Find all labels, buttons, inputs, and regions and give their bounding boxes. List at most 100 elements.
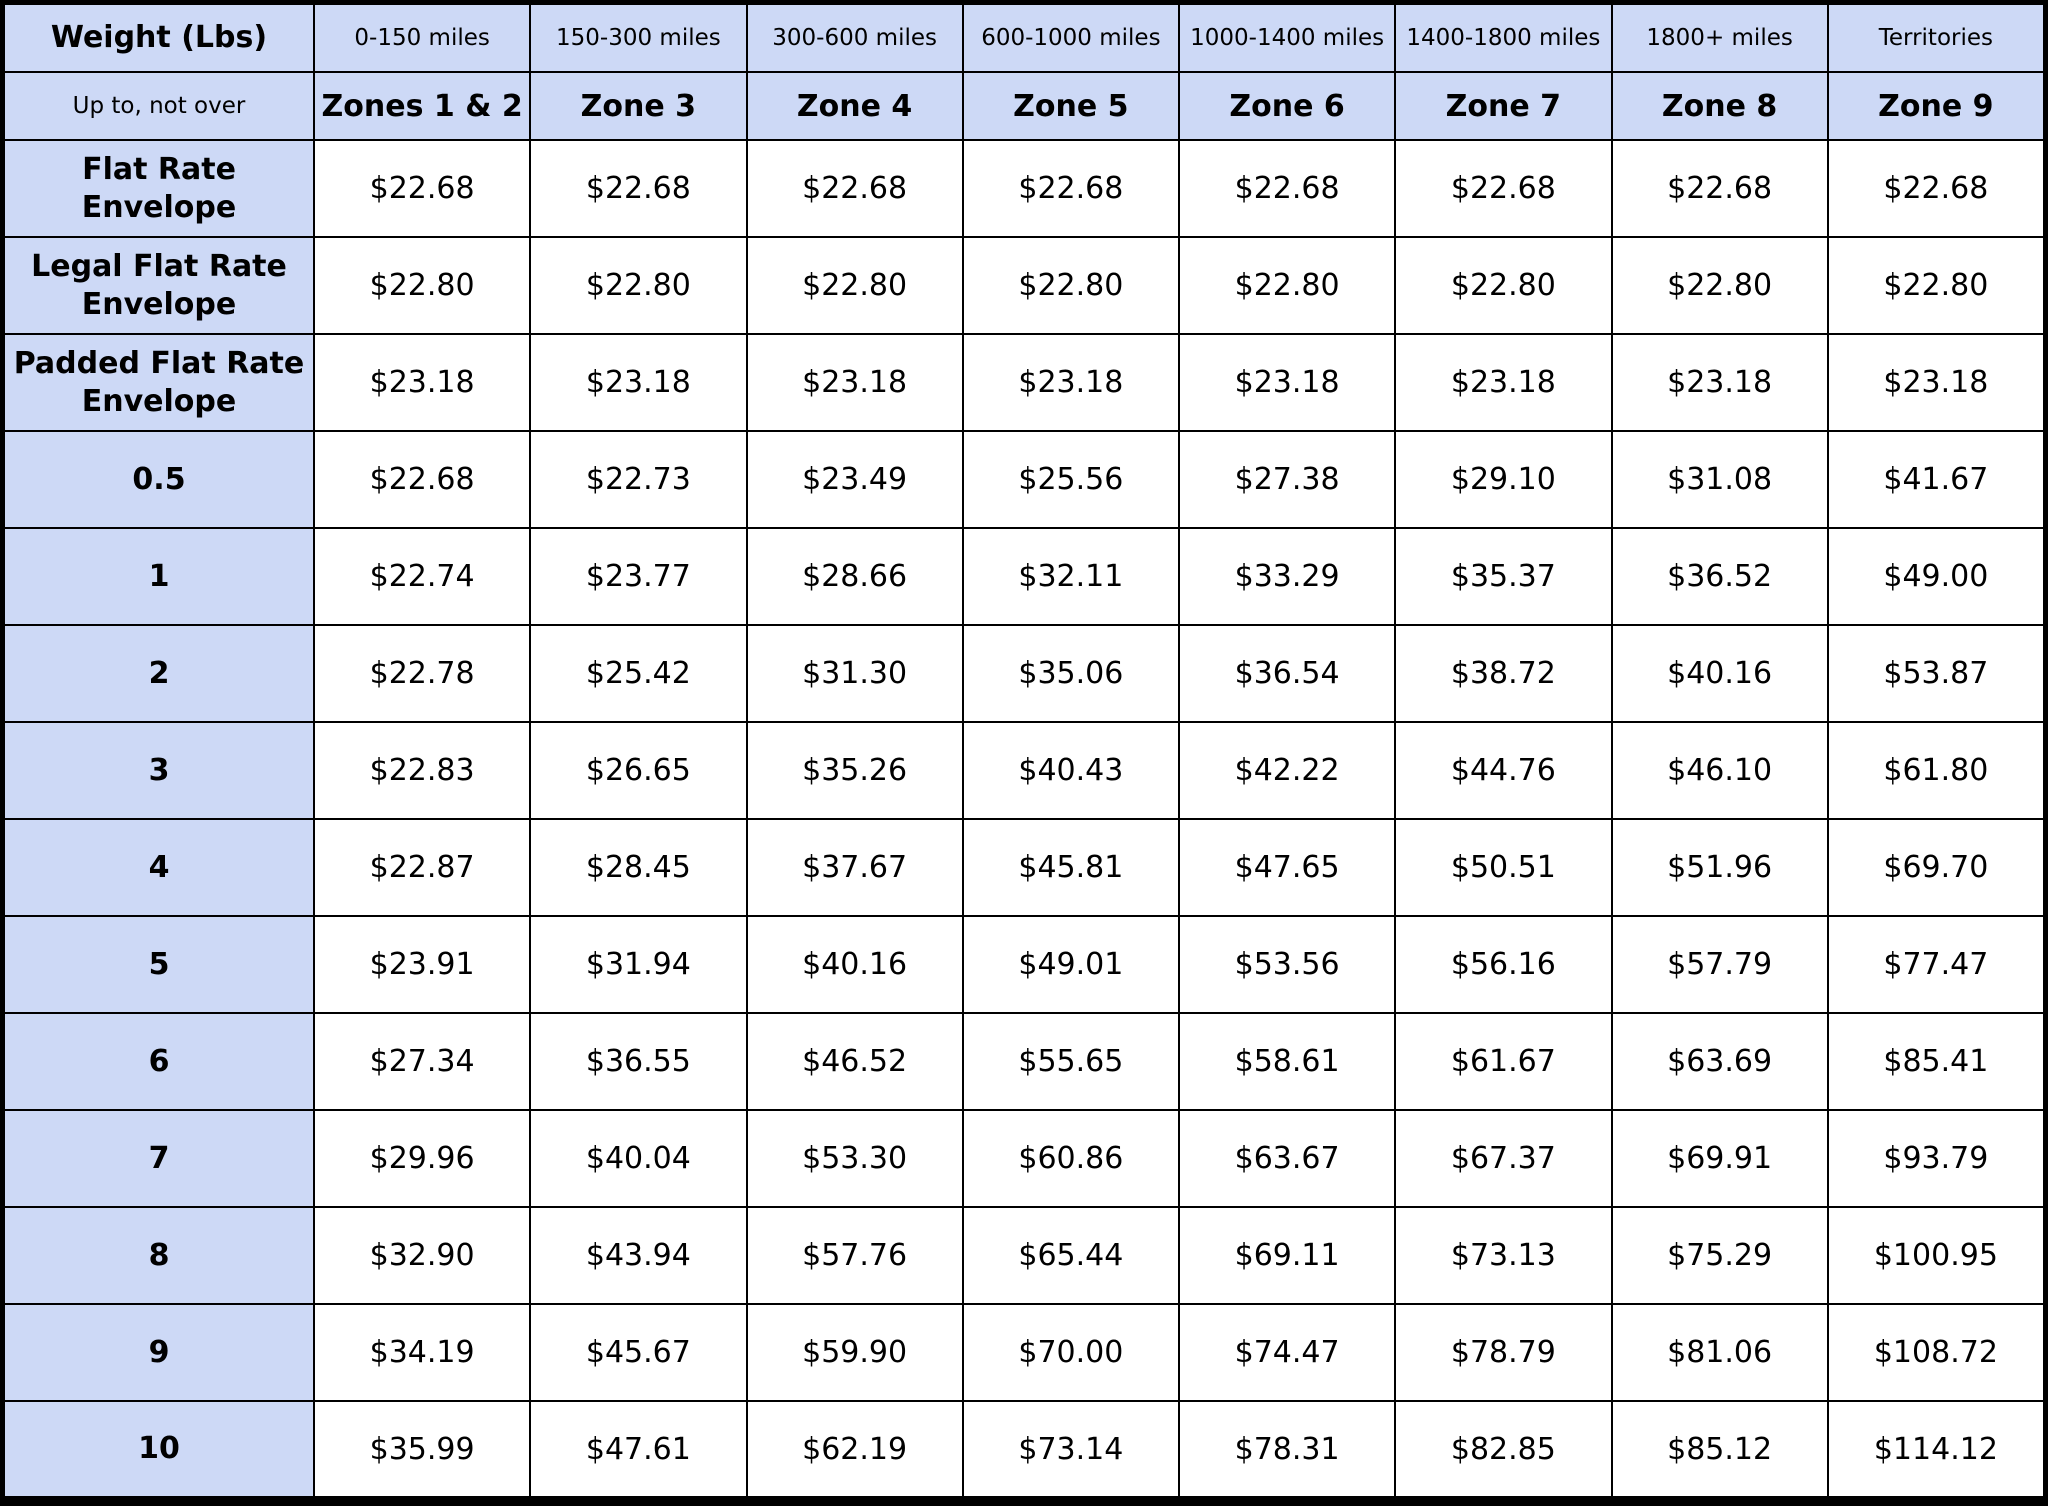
price-cell: $27.34 (312, 1012, 532, 1111)
price-cell: $46.52 (745, 1012, 964, 1111)
zone-header: Zone 3 (529, 71, 748, 141)
price-cell: $23.91 (312, 915, 532, 1014)
zone-header: Zone 8 (1610, 71, 1829, 141)
weight-label: 7 (3, 1109, 315, 1208)
price-cell: $61.80 (1826, 721, 2046, 820)
price-cell: $22.80 (745, 236, 964, 335)
distance-header: 1800+ miles (1610, 3, 1829, 73)
price-cell: $32.11 (961, 527, 1181, 626)
shipping-rate-table: Weight (Lbs) 0-150 miles 150-300 miles 3… (3, 3, 2046, 1498)
price-cell: $69.11 (1177, 1206, 1397, 1305)
price-cell: $28.66 (745, 527, 964, 626)
table-row: 1 $22.74 $23.77 $28.66 $32.11 $33.29 $35.37 $36… (3, 527, 2046, 626)
price-cell: $23.18 (312, 333, 532, 432)
price-cell: $56.16 (1394, 915, 1613, 1014)
price-cell: $51.96 (1610, 818, 1829, 917)
table-row: Flat Rate Envelope $22.68 $22.68 $22.68 $22.… (3, 139, 2046, 238)
price-cell: $22.68 (529, 139, 748, 238)
price-cell: $22.68 (1826, 139, 2046, 238)
weight-label: 2 (3, 624, 315, 723)
price-cell: $43.94 (529, 1206, 748, 1305)
price-cell: $53.87 (1826, 624, 2046, 723)
price-cell: $65.44 (961, 1206, 1181, 1305)
price-cell: $49.00 (1826, 527, 2046, 626)
zone-header: Zone 5 (961, 71, 1181, 141)
price-cell: $50.51 (1394, 818, 1613, 917)
price-cell: $82.85 (1394, 1400, 1613, 1498)
price-cell: $78.31 (1177, 1400, 1397, 1498)
price-cell: $22.68 (312, 430, 532, 529)
distance-header: 0-150 miles (312, 3, 532, 73)
table-row: 5 $23.91 $31.94 $40.16 $49.01 $53.56 $56.16 $57… (3, 915, 2046, 1014)
price-cell: $75.29 (1610, 1206, 1829, 1305)
zone-header: Zone 9 (1826, 71, 2046, 141)
table-row: Legal Flat Rate Envelope $22.80 $22.80 $22.… (3, 236, 2046, 335)
weight-label: 6 (3, 1012, 315, 1111)
zone-header: Zone 4 (745, 71, 964, 141)
price-cell: $85.12 (1610, 1400, 1829, 1498)
price-cell: $22.74 (312, 527, 532, 626)
price-cell: $23.18 (529, 333, 748, 432)
table-row: 2 $22.78 $25.42 $31.30 $35.06 $36.54 $38.72 $40… (3, 624, 2046, 723)
table-row: 10 $35.99 $47.61 $62.19 $73.14 $78.31 $82.85 $8… (3, 1400, 2046, 1498)
table-row: Padded Flat Rate Envelope $23.18 $23.18 $23… (3, 333, 2046, 432)
price-cell: $23.18 (745, 333, 964, 432)
price-cell: $45.81 (961, 818, 1181, 917)
price-cell: $41.67 (1826, 430, 2046, 529)
price-cell: $62.19 (745, 1400, 964, 1498)
price-cell: $45.67 (529, 1303, 748, 1402)
price-cell: $47.61 (529, 1400, 748, 1498)
price-cell: $77.47 (1826, 915, 2046, 1014)
price-cell: $40.43 (961, 721, 1181, 820)
price-cell: $22.68 (745, 139, 964, 238)
price-cell: $22.80 (1826, 236, 2046, 335)
price-cell: $33.29 (1177, 527, 1397, 626)
price-cell: $46.10 (1610, 721, 1829, 820)
weight-label: 3 (3, 721, 315, 820)
distance-header: 1000-1400 miles (1177, 3, 1397, 73)
weight-label: Legal Flat Rate Envelope (3, 236, 315, 335)
price-cell: $23.18 (1826, 333, 2046, 432)
price-cell: $59.90 (745, 1303, 964, 1402)
price-cell: $69.70 (1826, 818, 2046, 917)
distance-header: 150-300 miles (529, 3, 748, 73)
price-cell: $42.22 (1177, 721, 1397, 820)
weight-label: 1 (3, 527, 315, 626)
weight-label: 9 (3, 1303, 315, 1402)
price-cell: $81.06 (1610, 1303, 1829, 1402)
price-cell: $22.73 (529, 430, 748, 529)
price-cell: $22.68 (961, 139, 1181, 238)
weight-label: 4 (3, 818, 315, 917)
price-cell: $93.79 (1826, 1109, 2046, 1208)
price-cell: $23.18 (961, 333, 1181, 432)
price-cell: $49.01 (961, 915, 1181, 1014)
weight-column-header: Weight (Lbs) (3, 3, 315, 73)
table-row: 7 $29.96 $40.04 $53.30 $60.86 $63.67 $67.37 $69… (3, 1109, 2046, 1208)
weight-subheader: Up to, not over (3, 71, 315, 141)
price-cell: $25.42 (529, 624, 748, 723)
price-cell: $35.99 (312, 1400, 532, 1498)
price-cell: $53.56 (1177, 915, 1397, 1014)
price-cell: $29.96 (312, 1109, 532, 1208)
price-cell: $37.67 (745, 818, 964, 917)
price-cell: $22.80 (1394, 236, 1613, 335)
price-cell: $29.10 (1394, 430, 1613, 529)
price-cell: $38.72 (1394, 624, 1613, 723)
zone-header: Zone 7 (1394, 71, 1613, 141)
distance-header: 1400-1800 miles (1394, 3, 1613, 73)
price-cell: $31.30 (745, 624, 964, 723)
price-cell: $22.68 (1610, 139, 1829, 238)
price-cell: $35.26 (745, 721, 964, 820)
zone-header: Zone 6 (1177, 71, 1397, 141)
price-cell: $63.69 (1610, 1012, 1829, 1111)
price-cell: $40.04 (529, 1109, 748, 1208)
price-cell: $32.90 (312, 1206, 532, 1305)
price-cell: $35.06 (961, 624, 1181, 723)
price-cell: $23.77 (529, 527, 748, 626)
price-cell: $69.91 (1610, 1109, 1829, 1208)
price-cell: $22.80 (1610, 236, 1829, 335)
table-row: 4 $22.87 $28.45 $37.67 $45.81 $47.65 $50.51 $51… (3, 818, 2046, 917)
price-cell: $55.65 (961, 1012, 1181, 1111)
price-cell: $23.49 (745, 430, 964, 529)
price-cell: $58.61 (1177, 1012, 1397, 1111)
